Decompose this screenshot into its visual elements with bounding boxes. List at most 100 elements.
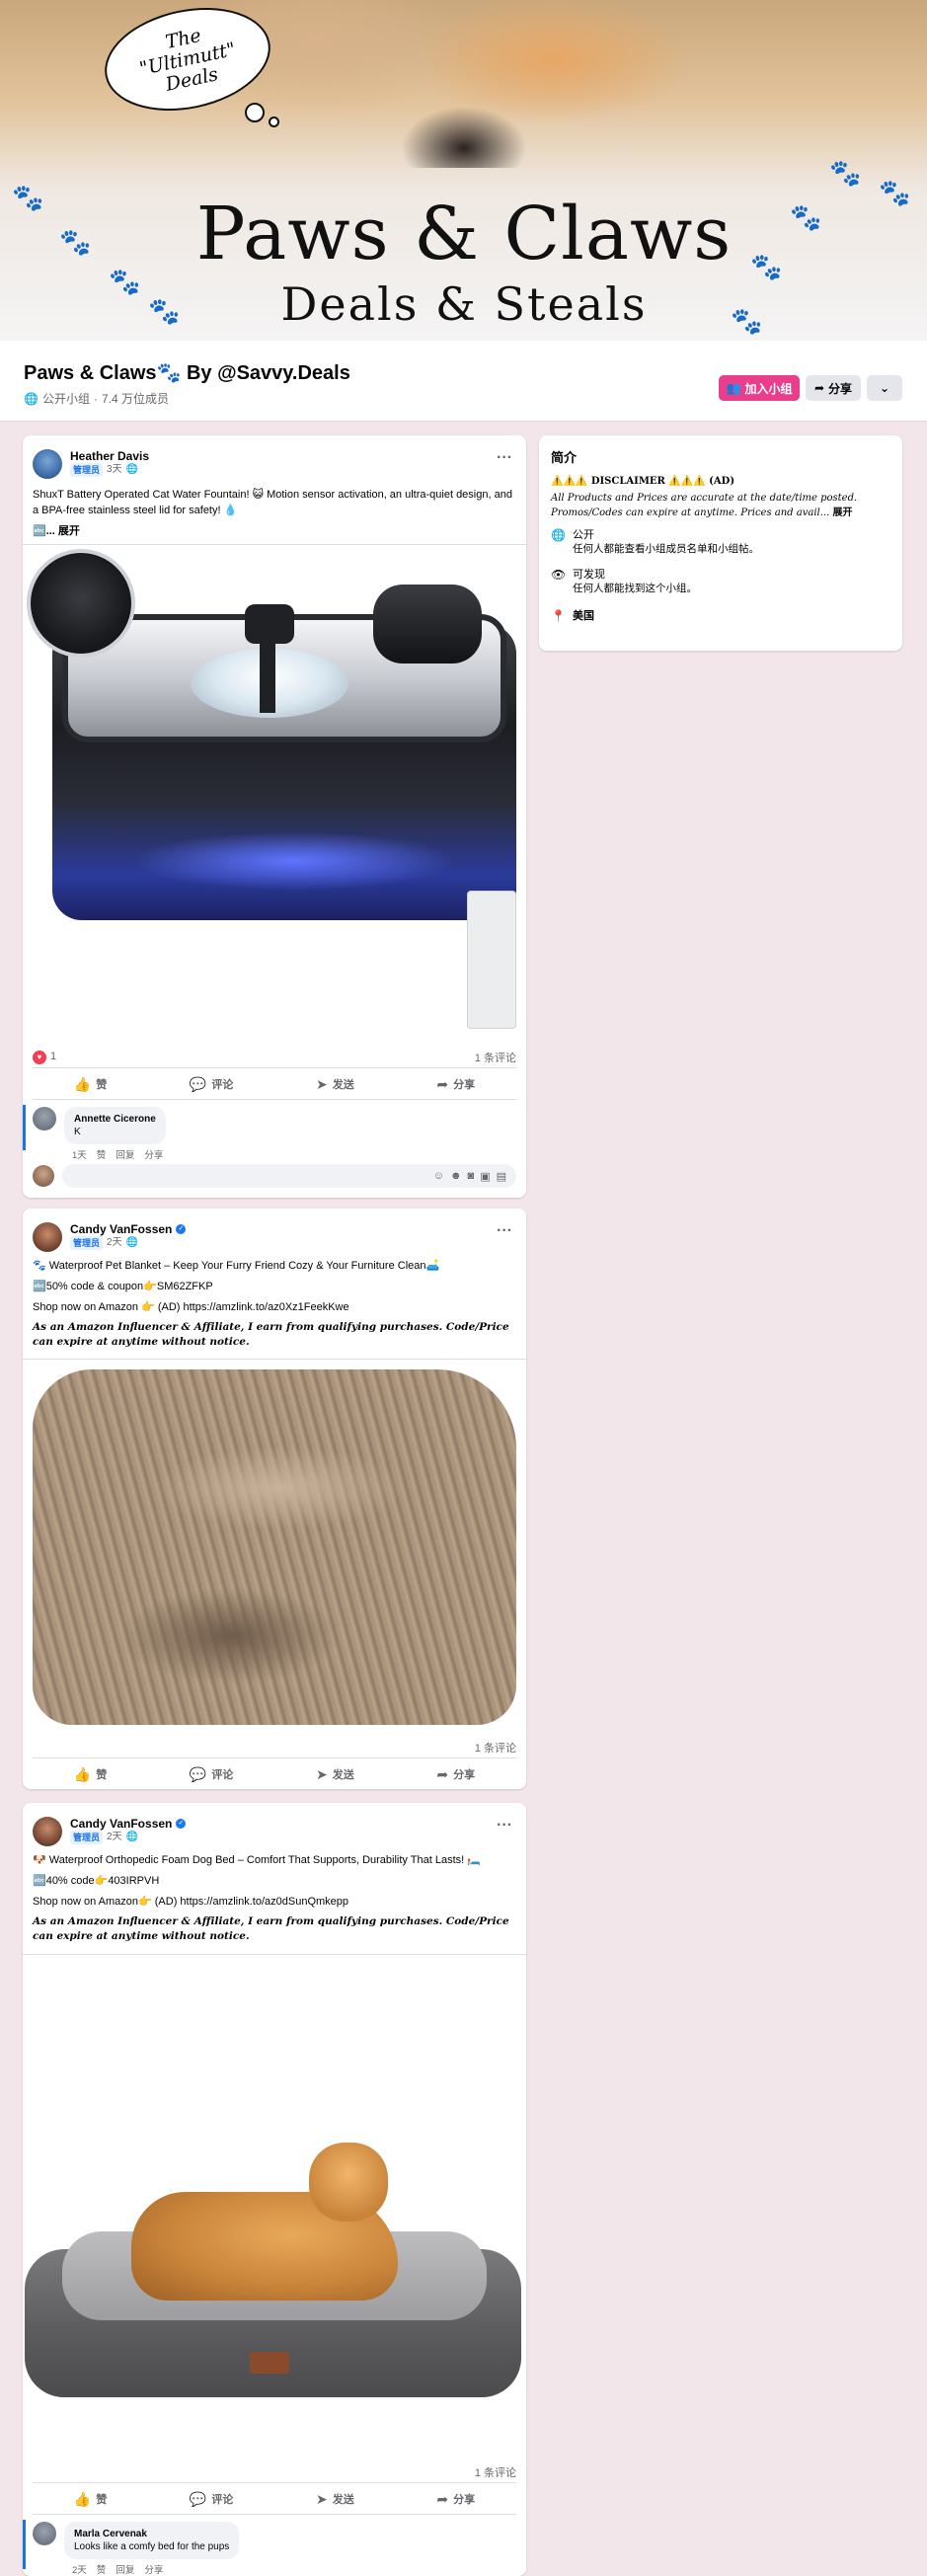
share-button[interactable]: ➦ 分享	[436, 2491, 475, 2508]
group-members[interactable]: 7.4 万位成员	[102, 390, 169, 407]
send-button[interactable]: ➤ 发送	[316, 2491, 354, 2508]
post-paragraph: 🔤50% code & coupon👉SM62ZFKP	[33, 1281, 213, 1292]
post-menu-button[interactable]: ···	[497, 1222, 512, 1240]
comment-button[interactable]: 💬 评论	[190, 2491, 233, 2508]
post-subline: 管理员 2天 🌐	[70, 1831, 186, 1844]
avatar[interactable]	[33, 1222, 62, 1252]
send-icon: ➤	[316, 1765, 328, 1782]
post-author[interactable]: Candy VanFossen	[70, 1222, 172, 1236]
share-group-label: 分享	[828, 381, 853, 396]
comment-bubble: Annette Cicerone K	[64, 1107, 166, 1144]
group-meta: 🌐 公开小组 · 7.4 万位成员	[24, 390, 169, 407]
more-options-button[interactable]: ⌄	[867, 375, 902, 401]
comment-button[interactable]: 💬 评论	[190, 1766, 233, 1783]
about-item-sub: 任何人都能找到这个小组。	[573, 583, 697, 594]
send-label: 发送	[332, 2494, 354, 2506]
post-author[interactable]: Candy VanFossen	[70, 1817, 172, 1831]
share-button[interactable]: ➦ 分享	[436, 1076, 475, 1093]
globe-icon: 🌐	[125, 1832, 139, 1842]
emoji-icon[interactable]: ☻	[450, 1170, 462, 1182]
group-title[interactable]: Paws & Claws🐾 By @Savvy.Deals	[24, 360, 350, 385]
post-image-dog-bed[interactable]	[23, 1955, 526, 2459]
post-menu-button[interactable]: ···	[497, 449, 512, 467]
like-label: 赞	[96, 1079, 108, 1091]
post-image-pet-blanket[interactable]	[23, 1360, 526, 1735]
comment-like-link[interactable]: 赞	[97, 1147, 107, 1161]
avatar[interactable]	[33, 1107, 56, 1131]
comment-like-link[interactable]: 赞	[97, 2562, 107, 2576]
bubble-dot	[269, 117, 279, 127]
post-actions: 👍 赞 💬 评论 ➤ 发送 ➦ 分享	[33, 2484, 516, 2514]
post-menu-button[interactable]: ···	[497, 1817, 512, 1834]
comment-share-link[interactable]: 分享	[144, 2562, 163, 2576]
comment-share-link[interactable]: 分享	[144, 1147, 163, 1161]
post-header: Candy VanFossen ✓ 管理员 2天 🌐	[33, 1222, 187, 1252]
comment-count[interactable]: 1 条评论	[475, 1740, 516, 1756]
comment-count[interactable]: 1 条评论	[475, 2464, 516, 2480]
post-subline: 管理员 2天 🌐	[70, 1236, 186, 1250]
comment-bubble: Marla Cervenak Looks like a comfy bed fo…	[64, 2522, 240, 2559]
post-paragraph: 🐶 Waterproof Orthopedic Foam Dog Bed – C…	[33, 1854, 481, 1866]
post-card: Candy VanFossen ✓ 管理员 2天 🌐 ··· 🐾 Waterpr…	[23, 1209, 526, 1789]
gif-icon[interactable]: ▣	[480, 1170, 490, 1183]
share-label: 分享	[453, 1769, 476, 1781]
about-see-more-link[interactable]: 展开	[832, 507, 852, 518]
paw-icon: 🐾	[790, 202, 822, 232]
comment-reply-link[interactable]: 回复	[116, 1147, 134, 1161]
post-divider	[33, 1067, 516, 1068]
post-link-line[interactable]: Shop now on Amazon 👉 (AD) https://amzlin…	[33, 1299, 516, 1315]
comment-label: 评论	[211, 1769, 234, 1781]
post-stats: ♥ 1 1 条评论	[33, 1050, 516, 1065]
comment-author[interactable]: Marla Cervenak	[74, 2528, 229, 2540]
comment-time[interactable]: 1天	[72, 1147, 87, 1161]
paw-icon: 🐾	[59, 227, 92, 257]
comment-time[interactable]: 2天	[72, 2562, 87, 2576]
post-disclaimer: As an Amazon Influencer & Affiliate, I e…	[33, 1915, 509, 1942]
post-image-cat-fountain[interactable]	[23, 545, 526, 1033]
avatar[interactable]	[33, 2522, 56, 2545]
post-time[interactable]: 3天	[107, 463, 122, 477]
send-icon: ➤	[316, 1075, 328, 1092]
comment-count[interactable]: 1 条评论	[475, 1050, 516, 1065]
send-button[interactable]: ➤ 发送	[316, 1076, 354, 1093]
like-button[interactable]: 👍 赞	[74, 1076, 107, 1093]
meta-separator: ·	[93, 391, 98, 406]
post-stats: 1 条评论	[33, 2464, 516, 2480]
comment-reply-link[interactable]: 回复	[116, 2562, 134, 2576]
share-button[interactable]: ➦ 分享	[436, 1766, 475, 1783]
join-group-button[interactable]: 👥 加入小组	[719, 375, 800, 401]
post-time[interactable]: 2天	[107, 1831, 122, 1844]
comment-icon: 💬	[189, 2490, 207, 2507]
comment-author[interactable]: Annette Cicerone	[74, 1113, 156, 1126]
post-divider	[33, 2514, 516, 2515]
post-link-line[interactable]: Shop now on Amazon👉 (AD) https://amzlink…	[33, 1894, 516, 1910]
about-disclaimer-head: ⚠️⚠️⚠️ DISCLAIMER ⚠️⚠️⚠️ (AD)	[551, 476, 735, 487]
comment-input[interactable]: ☺ ☻ ◙ ▣ ▤	[62, 1164, 516, 1188]
sticker-icon[interactable]: ▤	[497, 1170, 506, 1183]
share-group-button[interactable]: ➦ 分享	[806, 375, 861, 401]
like-button[interactable]: 👍 赞	[74, 1766, 107, 1783]
comment-text: K	[74, 1127, 81, 1137]
reactions[interactable]: ♥ 1	[33, 1051, 56, 1064]
avatar[interactable]	[33, 449, 62, 479]
verified-icon: ✓	[176, 1224, 187, 1234]
camera-icon[interactable]: ◙	[468, 1170, 475, 1182]
comment: Marla Cervenak Looks like a comfy bed fo…	[33, 2522, 240, 2576]
send-button[interactable]: ➤ 发送	[316, 1766, 354, 1783]
post-text: ShuxT Battery Operated Cat Water Fountai…	[33, 487, 516, 544]
about-item-title: 公开	[573, 529, 594, 541]
comment-icon: 💬	[189, 1765, 207, 1782]
cover-photo: The "Ultimutt" Deals Paws & Claws Deals …	[0, 0, 927, 341]
post-see-more-link[interactable]: 🔤... 展开	[33, 523, 516, 539]
avatar-sticker-icon[interactable]: ☺	[433, 1170, 444, 1182]
avatar[interactable]	[33, 1817, 62, 1846]
group-privacy: 公开小组	[41, 392, 90, 406]
post-author[interactable]: Heather Davis	[70, 449, 149, 463]
paw-icon: 🐾	[731, 306, 763, 336]
like-button[interactable]: 👍 赞	[74, 2491, 107, 2508]
admin-badge: 管理员	[70, 1236, 104, 1250]
comment-button[interactable]: 💬 评论	[190, 1076, 233, 1093]
paw-icon: 🐾	[109, 267, 141, 296]
about-item-title: 可发现	[573, 569, 605, 581]
post-time[interactable]: 2天	[107, 1236, 122, 1250]
